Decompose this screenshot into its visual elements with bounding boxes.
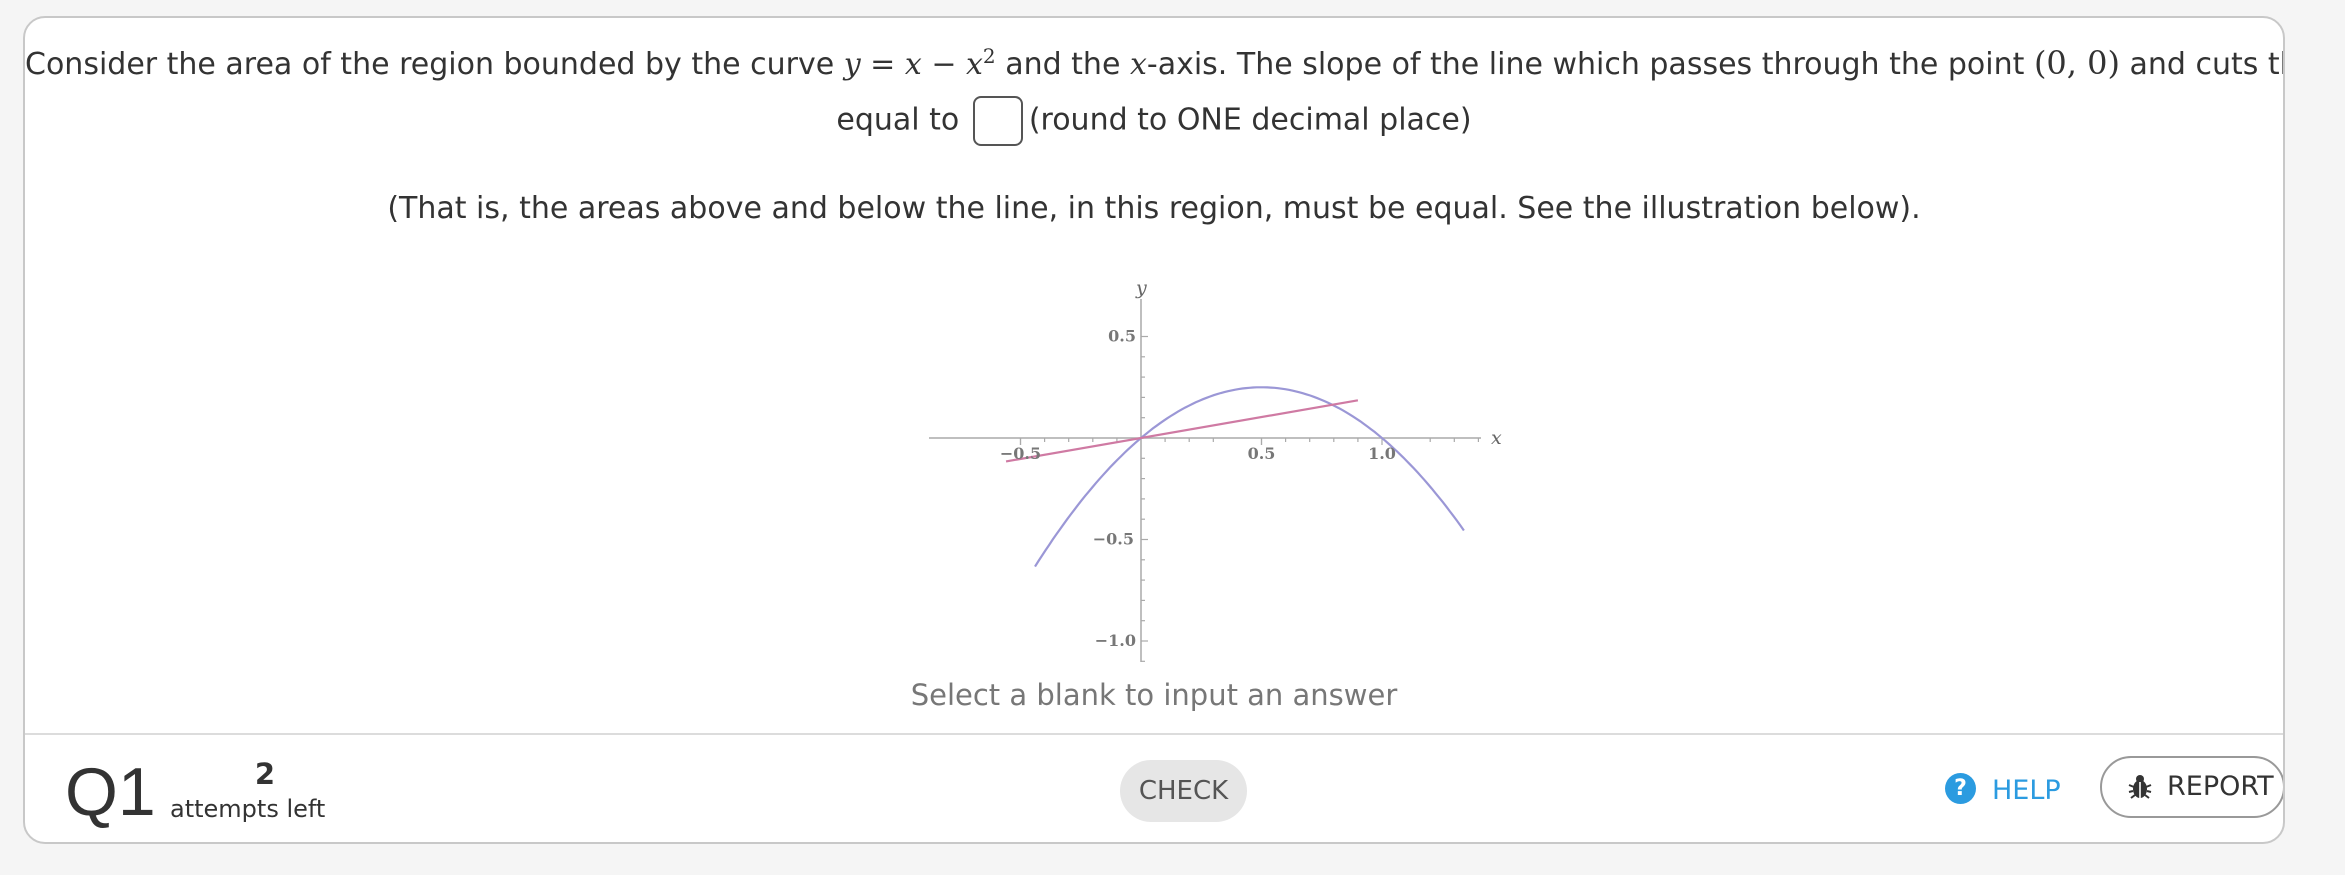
question-line-2: equal to (round to ONE decimal place)	[25, 96, 2283, 146]
axis-variable: x	[1129, 47, 1147, 82]
question-note: (That is, the areas above and below the …	[387, 191, 1921, 226]
help-button[interactable]: ? HELP	[1945, 760, 2061, 822]
bug-icon	[2128, 775, 2152, 799]
x-tick-label: 0.5	[1248, 444, 1276, 463]
attempts-count: 2	[254, 757, 276, 791]
question-footer: Q1 2 attempts left CHECK ? HELP REPORT	[25, 733, 2283, 842]
question-card: Consider the area of the region bounded …	[23, 16, 2285, 844]
x-tick-label: 1.0	[1368, 444, 1396, 463]
attempts-label: attempts left	[170, 795, 326, 823]
answer-blank[interactable]	[972, 96, 1023, 146]
x-tick-label: −0.5	[1000, 444, 1041, 463]
report-label: REPORT	[2167, 771, 2274, 802]
report-button[interactable]: REPORT	[2100, 756, 2283, 818]
x-axis-label: x	[1491, 427, 1502, 449]
y-axis-label: y	[1135, 277, 1147, 299]
graph-axes	[929, 299, 1481, 662]
y-tick-label: −1.0	[1095, 631, 1136, 650]
question-number: Q1	[65, 754, 156, 830]
question-mark-icon: ?	[1945, 773, 1976, 804]
y-tick-label: −0.5	[1093, 530, 1134, 549]
point-coordinates: (0, 0)	[2033, 44, 2120, 82]
illustration-graph: y x −0.5 0.5 1.0 0.5 −0.5 −1.0	[929, 277, 1502, 662]
input-hint: Select a blank to input an answer	[910, 678, 1398, 712]
curve-equation: y = x − x2	[843, 44, 996, 82]
question-line-1: Consider the area of the region bounded …	[25, 44, 2283, 82]
check-button[interactable]: CHECK	[1120, 760, 1247, 822]
help-label: HELP	[1992, 775, 2061, 806]
y-tick-label: 0.5	[1108, 327, 1136, 346]
